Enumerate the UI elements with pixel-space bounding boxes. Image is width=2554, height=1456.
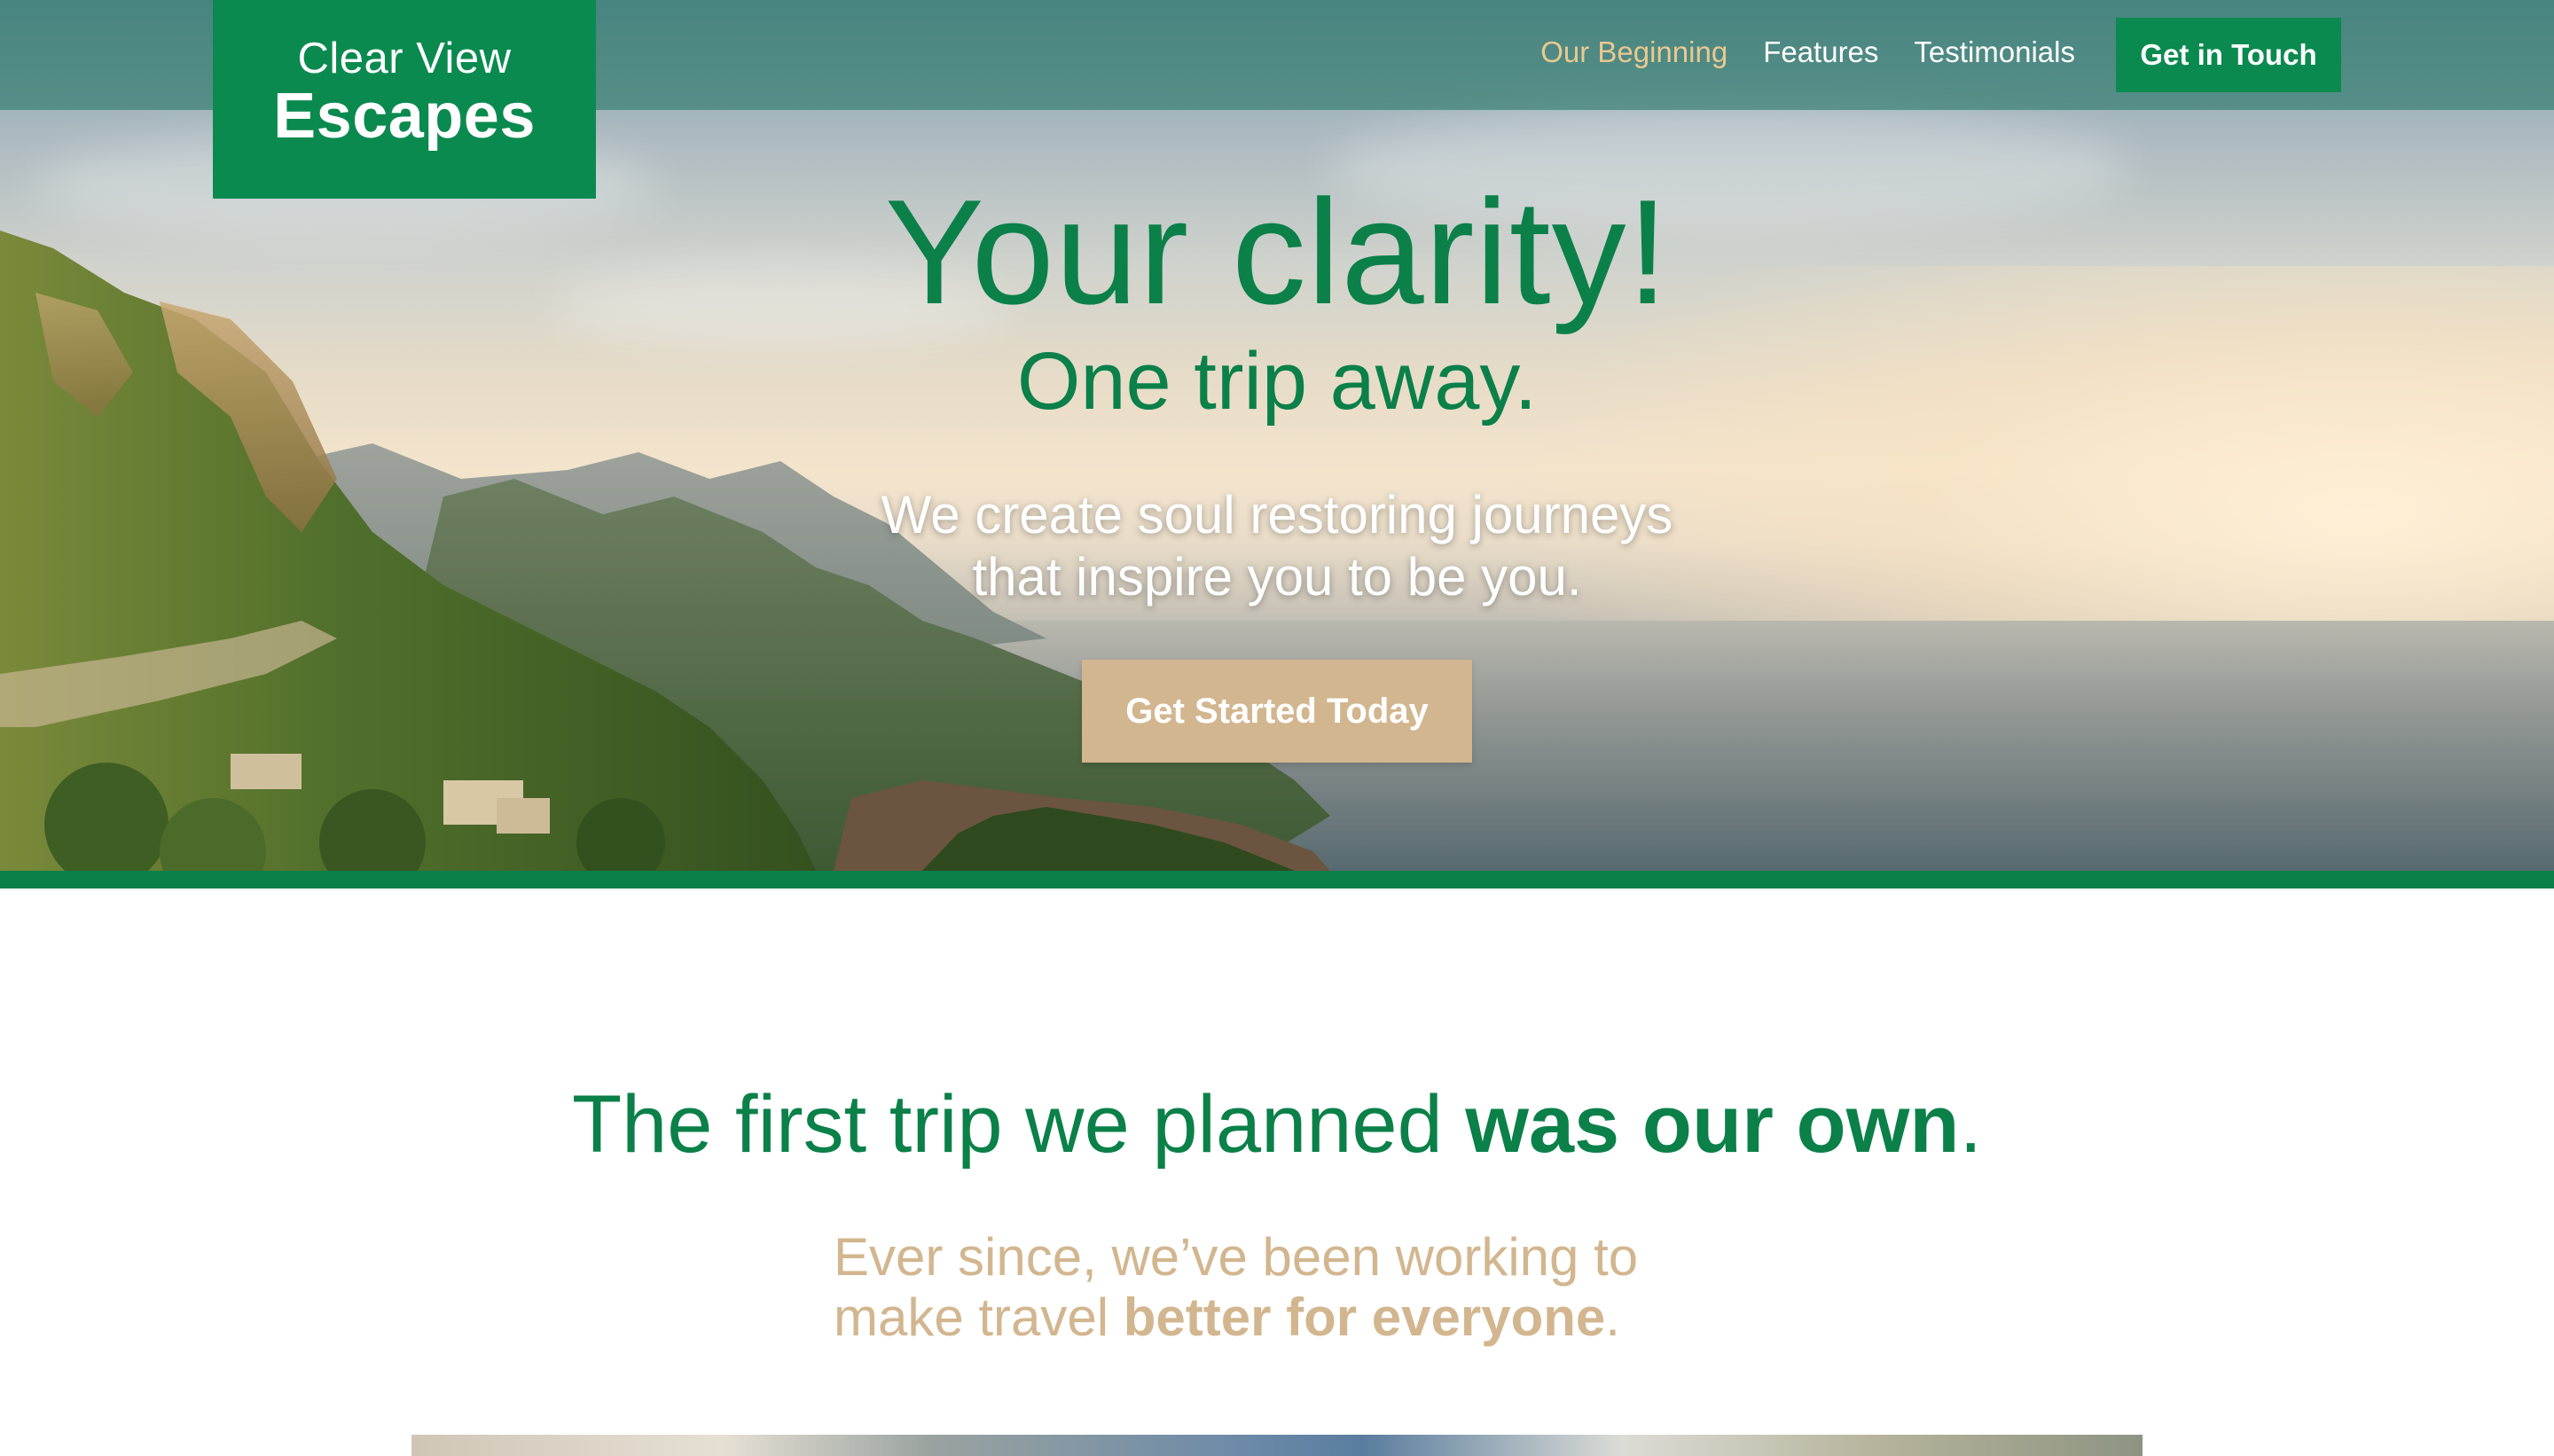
story-heading-bold: was our own [1465, 1079, 1960, 1170]
story-text-line2-end: . [1605, 1288, 1620, 1347]
nav-link-testimonials[interactable]: Testimonials [1914, 35, 2075, 69]
nav-link-features[interactable]: Features [1763, 35, 1878, 69]
story-photo [411, 1435, 2143, 1456]
hero-description-line1: We create soul restoring journeys [881, 485, 1673, 544]
hero-description: We create soul restoring journeys that i… [0, 484, 2554, 608]
story-text: Ever since, we’ve been working to make t… [834, 1227, 1809, 1348]
story-text-line2-regular: make travel [834, 1288, 1124, 1347]
story-heading-end: . [1959, 1079, 1983, 1170]
nav-links: Our Beginning Features Testimonials [1540, 35, 2075, 69]
hero-description-line2: that inspire you to be you. [972, 547, 1582, 607]
story-heading-regular: The first trip we planned [571, 1079, 1466, 1170]
story-text-line1: Ever since, we’ve been working to [834, 1227, 1639, 1287]
nav-link-our-beginning[interactable]: Our Beginning [1540, 35, 1727, 69]
story-heading: The first trip we planned was our own. [0, 1084, 2554, 1165]
logo-line1: Clear View [297, 35, 512, 82]
get-in-touch-button[interactable]: Get in Touch [2116, 18, 2341, 92]
hero-title: Your clarity! [884, 168, 1670, 335]
story-text-line2: make travel better for everyone. [834, 1288, 1809, 1348]
hero-bottom-bar [0, 871, 2554, 888]
logo-line2: Escapes [273, 81, 536, 152]
get-started-button[interactable]: Get Started Today [1082, 660, 1472, 763]
hero-subtitle: One trip away. [1016, 336, 1538, 427]
story-text-line2-bold: better for everyone [1123, 1288, 1606, 1347]
site-logo[interactable]: Clear View Escapes [213, 0, 596, 199]
